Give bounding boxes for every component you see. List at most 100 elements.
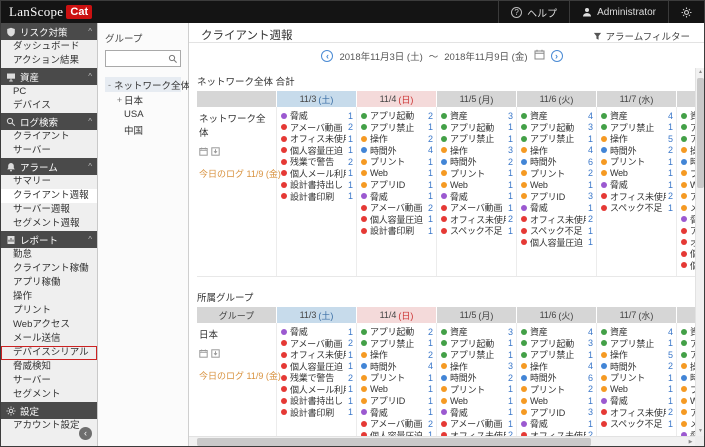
sidebar-item[interactable]: セグメント週報 bbox=[1, 217, 97, 231]
day-header-cell[interactable]: 11/5 (月) bbox=[437, 91, 516, 107]
day-header-cell[interactable]: 11/4 (日) bbox=[357, 307, 436, 323]
alarm-row[interactable]: プリント bbox=[679, 384, 695, 396]
day-header-cell[interactable]: 11/8 bbox=[677, 307, 695, 323]
today-log-link[interactable]: 今日のログ 11/9 (金) bbox=[199, 371, 281, 381]
sidebar-item[interactable]: メール送信 bbox=[1, 332, 97, 346]
today-log-link[interactable]: 今日のログ 11/9 (金) bbox=[199, 169, 281, 179]
sidebar-item[interactable]: 脅威検知 bbox=[1, 360, 97, 374]
day-date: 11/6 bbox=[539, 94, 557, 104]
sidebar-item[interactable]: デバイス bbox=[1, 99, 97, 113]
app-window: LanScope Cat ? ヘルプ Administrator リスク対策 ^… bbox=[0, 0, 705, 447]
sidebar-section-header[interactable]: レポート ^ bbox=[1, 231, 97, 248]
tree-item[interactable]: USA bbox=[105, 107, 181, 122]
vertical-scrollbar[interactable]: ▲ ▼ bbox=[695, 68, 704, 436]
sidebar-item[interactable]: クライアント稼働 bbox=[1, 262, 97, 276]
sidebar-item[interactable]: セグメント bbox=[1, 388, 97, 402]
alarm-filter-button[interactable]: アラームフィルター bbox=[593, 29, 690, 43]
alarm-count: 4 bbox=[587, 110, 593, 121]
tree-item[interactable]: - ネットワーク全体 bbox=[105, 77, 190, 92]
alarm-dot bbox=[601, 124, 607, 131]
alarm-row[interactable]: 設計書印刷 1 bbox=[279, 407, 356, 419]
alarm-row[interactable]: プリント 2 bbox=[519, 384, 596, 396]
sidebar-section-header[interactable]: リスク対策 ^ bbox=[1, 23, 97, 40]
tree-expander-icon[interactable]: - bbox=[105, 80, 114, 90]
sidebar-item[interactable]: PC bbox=[1, 85, 97, 99]
sidebar-item[interactable]: Webアクセス bbox=[1, 318, 97, 332]
sidebar-section-header[interactable]: 設定 bbox=[1, 402, 97, 419]
sidebar-collapse-button[interactable]: ‹ bbox=[79, 427, 92, 440]
horizontal-scroll-thumb[interactable] bbox=[197, 438, 591, 446]
alarm-dot bbox=[601, 374, 607, 381]
user-menu[interactable]: Administrator bbox=[569, 1, 668, 23]
sidebar-item[interactable]: 操作 bbox=[1, 290, 97, 304]
calendar-icon[interactable] bbox=[199, 345, 208, 363]
sidebar-item[interactable]: アクション結果 bbox=[1, 54, 97, 68]
day-header-cell[interactable]: 11/4 (日) bbox=[357, 91, 436, 107]
day-header-cell[interactable]: 11/6 (火) bbox=[517, 307, 596, 323]
day-header-cell[interactable]: 11/3 (土) bbox=[277, 307, 356, 323]
group-tree: - ネットワーク全体 + 日本 USA 中国 bbox=[105, 77, 190, 137]
alarm-count: 1 bbox=[427, 338, 433, 349]
alarm-row[interactable]: プリント 1 bbox=[439, 168, 516, 180]
export-icon[interactable] bbox=[211, 345, 220, 363]
alarm-row[interactable]: プリント 1 bbox=[359, 372, 436, 384]
alarm-row[interactable]: 個人メール利用 bbox=[679, 260, 695, 272]
export-icon[interactable] bbox=[211, 143, 220, 161]
help-button[interactable]: ? ヘルプ bbox=[498, 1, 569, 23]
alarm-dot bbox=[281, 409, 287, 416]
prev-week-icon[interactable]: ‹ bbox=[321, 50, 334, 62]
sidebar-item[interactable]: サーバー週報 bbox=[1, 203, 97, 217]
alarm-dot bbox=[281, 363, 287, 370]
alarm-row[interactable]: プリント 1 bbox=[599, 156, 676, 168]
alarm-row[interactable]: 設計書印刷 1 bbox=[359, 225, 436, 237]
alarm-row[interactable]: プリント 1 bbox=[439, 384, 516, 396]
scroll-down-icon[interactable]: ▼ bbox=[696, 427, 704, 436]
alarm-row[interactable]: プリント 2 bbox=[519, 168, 596, 180]
calendar-icon[interactable] bbox=[199, 143, 208, 161]
alarm-count: 2 bbox=[347, 372, 353, 383]
calendar-icon[interactable] bbox=[534, 49, 545, 63]
alarm-row[interactable]: 個人容量圧迫 1 bbox=[519, 237, 596, 249]
day-header-cell[interactable]: 11/5 (月) bbox=[437, 307, 516, 323]
alarm-row[interactable]: 設計書印刷 1 bbox=[279, 191, 356, 203]
sidebar-section-header[interactable]: ログ検索 ^ bbox=[1, 113, 97, 130]
day-header-cell[interactable]: 11/3 (土) bbox=[277, 91, 356, 107]
sidebar-item[interactable]: サマリー bbox=[1, 175, 97, 189]
sidebar-item[interactable]: クライアント bbox=[1, 130, 97, 144]
tree-item[interactable]: 中国 bbox=[105, 122, 181, 137]
day-header-cell[interactable]: 11/7 (水) bbox=[597, 307, 676, 323]
alarm-dot bbox=[361, 112, 367, 119]
alarm-row[interactable]: プリント 1 bbox=[599, 372, 676, 384]
next-week-icon[interactable]: › bbox=[550, 50, 563, 62]
sidebar-section-header[interactable]: 資産 ^ bbox=[1, 68, 97, 85]
sidebar-item[interactable]: プリント bbox=[1, 304, 97, 318]
tree-expander-icon[interactable]: + bbox=[115, 95, 124, 105]
scroll-up-icon[interactable]: ▲ bbox=[696, 68, 704, 77]
alarm-row[interactable]: プリント bbox=[679, 168, 695, 180]
sidebar-item[interactable]: ダッシュボード bbox=[1, 40, 97, 54]
vertical-scroll-thumb[interactable] bbox=[697, 78, 704, 188]
sidebar-item[interactable]: サーバー bbox=[1, 374, 97, 388]
alarm-count: 6 bbox=[587, 372, 593, 383]
alarm-dot bbox=[441, 397, 447, 404]
sidebar-section-header[interactable]: アラーム ^ bbox=[1, 158, 97, 175]
alarm-count: 3 bbox=[507, 326, 513, 337]
settings-menu-button[interactable] bbox=[668, 1, 704, 23]
alarm-row[interactable]: プリント 1 bbox=[359, 156, 436, 168]
sidebar-item[interactable]: アプリ稼働 bbox=[1, 276, 97, 290]
alarm-row[interactable]: スペック不足 1 bbox=[599, 202, 676, 214]
sidebar-sections: リスク対策 ^ ダッシュボード アクション結果 資産 ^ PC デバイス ログ検索 ^ クライアント… bbox=[1, 23, 97, 433]
day-header-cell[interactable]: 11/8 bbox=[677, 91, 695, 107]
sidebar-item[interactable]: クライアント週報 bbox=[1, 189, 97, 203]
sidebar-item[interactable]: サーバー bbox=[1, 144, 97, 158]
alarm-row[interactable]: スペック不足 1 bbox=[599, 418, 676, 430]
tree-item[interactable]: + 日本 bbox=[105, 92, 181, 107]
sidebar-item[interactable]: デバイスシリアル bbox=[1, 346, 97, 360]
alarm-dot bbox=[521, 420, 527, 427]
horizontal-scrollbar[interactable]: ▶ bbox=[189, 436, 695, 446]
scroll-right-icon[interactable]: ▶ bbox=[686, 437, 695, 446]
alarm-row[interactable]: スペック不足 1 bbox=[439, 225, 516, 237]
day-header-cell[interactable]: 11/7 (水) bbox=[597, 91, 676, 107]
sidebar-item[interactable]: 勤怠 bbox=[1, 248, 97, 262]
day-header-cell[interactable]: 11/6 (火) bbox=[517, 91, 596, 107]
